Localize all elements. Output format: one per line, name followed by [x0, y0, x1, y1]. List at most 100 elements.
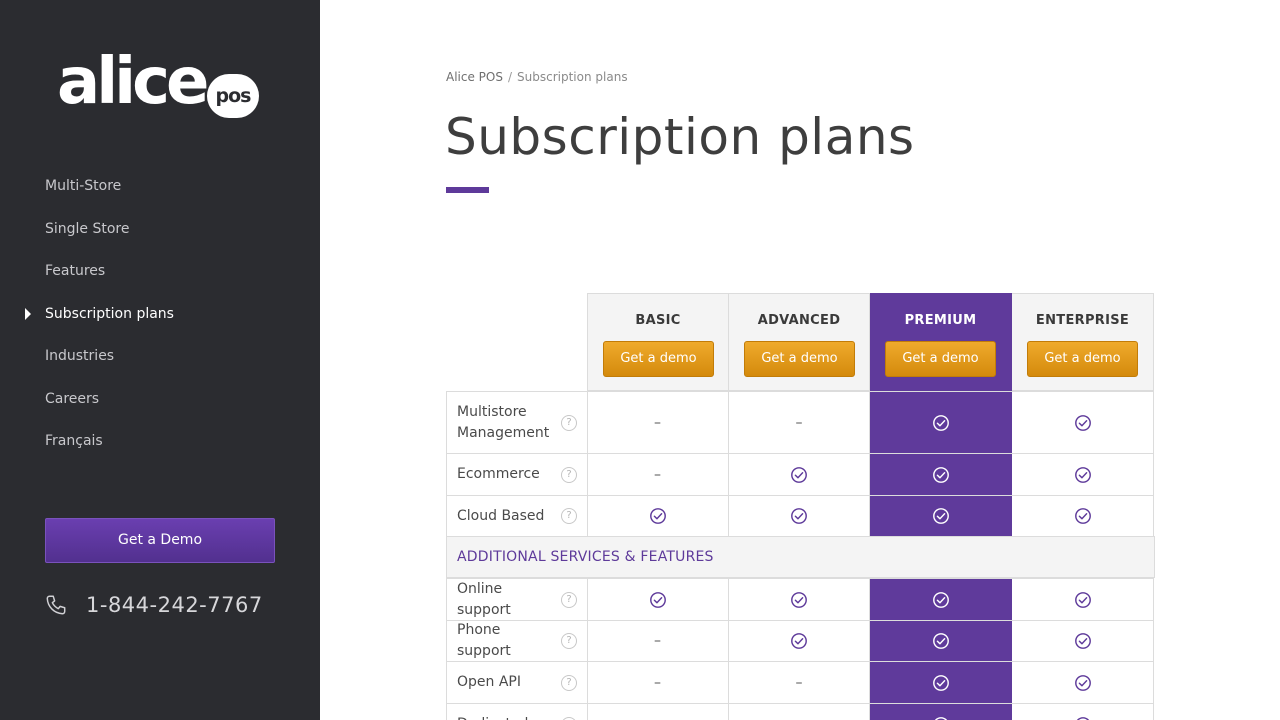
- title-underline: [446, 187, 489, 193]
- table-row: Cloud Based?: [446, 495, 1154, 536]
- plan-cell-premium: [870, 621, 1012, 661]
- plan-cell-advanced: [729, 496, 870, 536]
- plan-cell-enterprise: [1012, 454, 1154, 495]
- plan-cell-enterprise: [1012, 579, 1154, 620]
- table-row: Open API? – –: [446, 661, 1154, 703]
- feature-label-cell: Open API?: [446, 662, 588, 703]
- plan-cell-advanced: [729, 621, 870, 661]
- check-icon: [932, 674, 950, 692]
- help-icon[interactable]: ?: [561, 674, 577, 691]
- not-included-dash: –: [654, 674, 661, 691]
- plan-header-premium: PREMIUM Get a demo: [870, 293, 1012, 391]
- plan-cell-advanced: [729, 579, 870, 620]
- plan-cell-basic: –: [587, 704, 729, 720]
- feature-name: Dedicated: [457, 714, 557, 720]
- feature-label-cell: Online support?: [446, 579, 588, 620]
- check-icon: [1074, 716, 1092, 720]
- phone-icon: [46, 595, 66, 615]
- feature-label-cell: Multistore Management?: [446, 392, 588, 453]
- plan-cell-premium: [870, 662, 1012, 703]
- plan-cell-advanced: –: [729, 392, 870, 453]
- check-icon: [932, 466, 950, 484]
- plan-cell-premium: [870, 454, 1012, 495]
- plan-header-basic: BASIC Get a demo: [587, 293, 729, 391]
- get-demo-premium-button[interactable]: Get a demo: [885, 341, 996, 377]
- help-icon[interactable]: ?: [561, 633, 577, 649]
- plan-name: ENTERPRISE: [1035, 313, 1130, 328]
- plan-cell-enterprise: [1012, 496, 1154, 536]
- get-demo-basic-button[interactable]: Get a demo: [603, 341, 714, 377]
- plan-cell-enterprise: [1012, 662, 1154, 703]
- plan-cell-premium: [870, 392, 1012, 453]
- table-row: Dedicated? – –: [446, 703, 1154, 720]
- breadcrumb: Alice POS / Subscription plans: [446, 70, 628, 84]
- phone-number: 1-844-242-7767: [86, 593, 263, 617]
- breadcrumb-home-link[interactable]: Alice POS: [446, 70, 503, 84]
- help-icon[interactable]: ?: [561, 414, 577, 431]
- phone-link[interactable]: 1-844-242-7767: [45, 588, 263, 622]
- plan-name: ADVANCED: [757, 313, 841, 328]
- feature-label-cell: Dedicated?: [446, 704, 588, 720]
- check-icon: [932, 591, 950, 609]
- feature-name: Ecommerce: [457, 466, 540, 482]
- feature-name: Online support: [457, 580, 511, 618]
- breadcrumb-current: Subscription plans: [517, 70, 628, 84]
- sidebar-item-careers[interactable]: Careers: [0, 378, 320, 421]
- check-icon: [932, 414, 950, 432]
- check-icon: [932, 716, 950, 720]
- logo-wordmark: alice: [57, 45, 209, 119]
- sidebar-item-subscription-plans[interactable]: Subscription plans: [0, 293, 320, 336]
- not-included-dash: –: [795, 674, 803, 691]
- sidebar-item-features[interactable]: Features: [0, 250, 320, 293]
- sidebar: alice pos Multi-Store Single Store Feature…: [0, 0, 320, 720]
- check-icon: [1074, 674, 1092, 692]
- table-row: Online support?: [446, 578, 1154, 620]
- active-caret-icon: [25, 307, 31, 320]
- sidebar-item-label: Careers: [45, 390, 100, 407]
- plan-cell-advanced: –: [729, 704, 870, 720]
- sidebar-item-label: Single Store: [45, 220, 130, 237]
- plan-cell-enterprise: [1012, 621, 1154, 661]
- check-icon: [1074, 591, 1092, 609]
- feature-name: Multistore Management: [457, 403, 550, 441]
- plan-cell-premium: [870, 496, 1012, 536]
- help-icon[interactable]: ?: [561, 716, 577, 720]
- plan-cell-basic: –: [587, 662, 729, 703]
- sidebar-item-multi-store[interactable]: Multi-Store: [0, 165, 320, 208]
- check-icon: [1074, 466, 1092, 484]
- sidebar-item-label: Français: [45, 433, 103, 449]
- table-row: Phone support? –: [446, 620, 1154, 661]
- get-demo-advanced-button[interactable]: Get a demo: [744, 341, 855, 377]
- plan-cell-advanced: [729, 454, 870, 495]
- plan-cell-enterprise: [1012, 704, 1154, 720]
- not-included-dash: –: [654, 633, 661, 649]
- plans-header-row: BASIC Get a demo ADVANCED Get a demo PREMIUM…: [587, 293, 1154, 391]
- check-icon: [649, 507, 667, 525]
- section-header: ADDITIONAL SERVICES & FEATURES: [446, 536, 1155, 578]
- check-icon: [932, 507, 950, 525]
- check-icon: [649, 591, 667, 609]
- feature-name: Open API: [457, 674, 521, 690]
- sidebar-item-industries[interactable]: Industries: [0, 335, 320, 378]
- not-included-dash: –: [654, 414, 661, 431]
- plan-header-advanced: ADVANCED Get a demo: [729, 293, 870, 391]
- page-title: Subscription plans: [445, 108, 915, 166]
- feature-label-cell: Cloud Based?: [446, 496, 588, 536]
- plan-cell-basic: –: [587, 621, 729, 661]
- alice-pos-logo[interactable]: alice pos: [57, 46, 267, 124]
- help-icon[interactable]: ?: [561, 591, 577, 608]
- check-icon: [790, 591, 808, 609]
- not-included-dash: –: [796, 717, 803, 720]
- check-icon: [1074, 414, 1092, 432]
- not-included-dash: –: [795, 414, 803, 431]
- help-icon[interactable]: ?: [561, 508, 577, 524]
- help-icon[interactable]: ?: [561, 466, 577, 483]
- check-icon: [790, 466, 808, 484]
- get-demo-enterprise-button[interactable]: Get a demo: [1027, 341, 1138, 377]
- not-included-dash: –: [654, 466, 661, 483]
- get-a-demo-button[interactable]: Get a Demo: [45, 518, 275, 563]
- sidebar-item-single-store[interactable]: Single Store: [0, 208, 320, 251]
- sidebar-item-fran-ais[interactable]: Français: [0, 420, 320, 463]
- check-icon: [1074, 632, 1092, 650]
- sidebar-nav: Multi-Store Single Store Features Subscript…: [0, 165, 320, 463]
